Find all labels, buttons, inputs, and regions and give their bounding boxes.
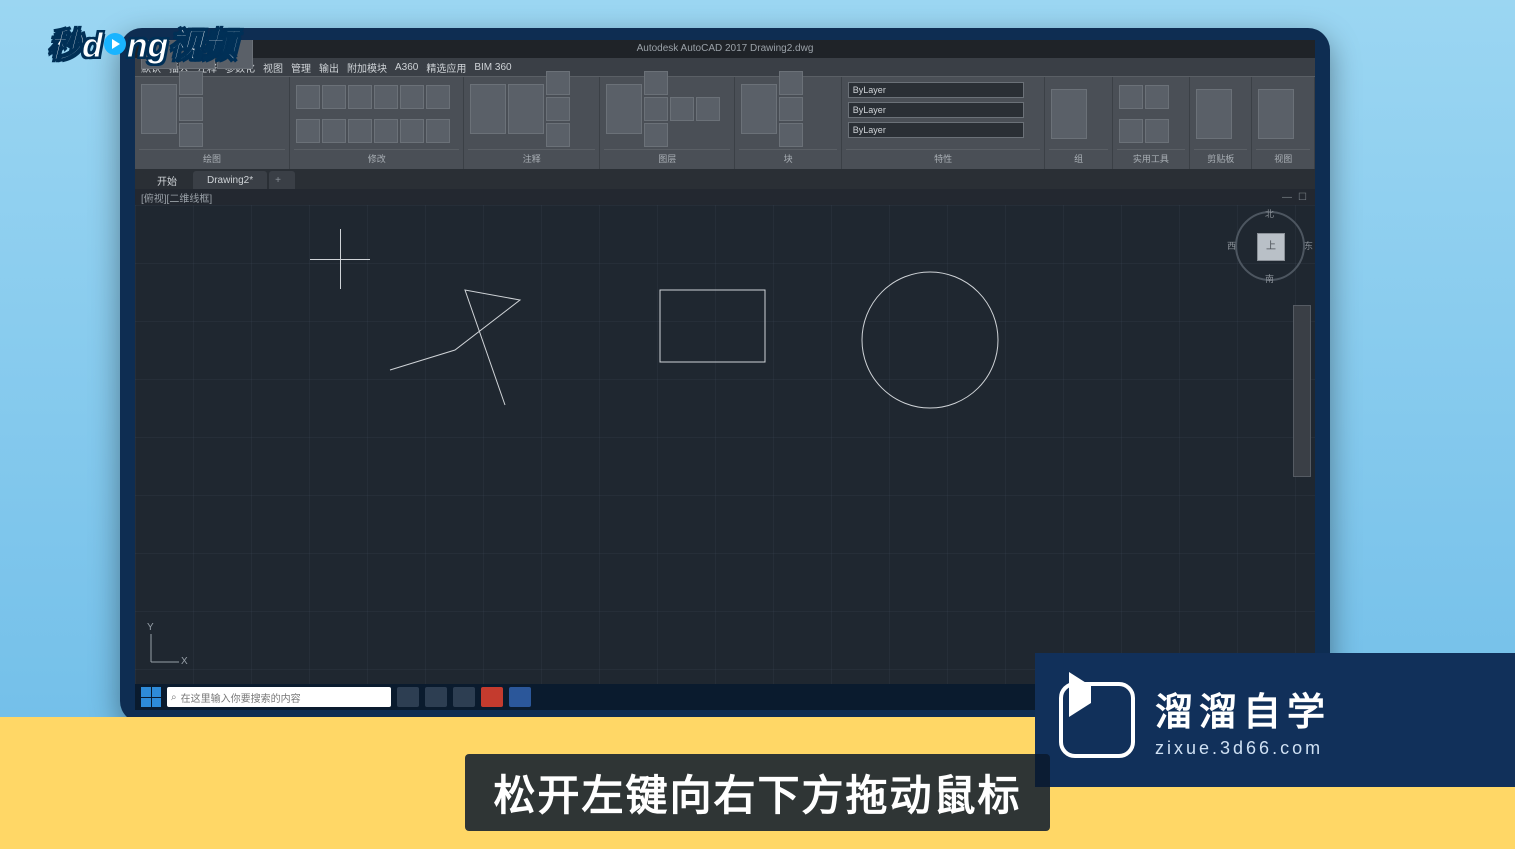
fillet-button[interactable] [426, 85, 450, 109]
app-title-bar: Autodesk AutoCAD 2017 Drawing2.dwg [135, 40, 1315, 58]
ribbon-panel-annotate: 注释 [464, 77, 600, 169]
leader-button[interactable] [546, 71, 570, 95]
monitor-frame: Autodesk AutoCAD 2017 Drawing2.dwg 默认 插入… [120, 28, 1330, 723]
layer-properties-button[interactable] [606, 84, 642, 134]
annotate-tool-button[interactable] [546, 123, 570, 147]
taskbar-app-explorer[interactable] [453, 687, 475, 707]
dimension-button[interactable] [508, 84, 544, 134]
minimize-viewport-icon[interactable]: — [1282, 192, 1292, 203]
array-button[interactable] [348, 119, 372, 143]
menu-item[interactable]: 附加模块 [347, 60, 387, 75]
arc-button[interactable] [141, 84, 177, 134]
taskbar-app-word[interactable] [509, 687, 531, 707]
ribbon-panel-properties: ByLayer ByLayer ByLayer 特性 [842, 77, 1046, 169]
menu-item[interactable]: 精选应用 [426, 60, 466, 75]
draw-tool-button[interactable] [179, 71, 203, 95]
linetype-dropdown[interactable]: ByLayer [848, 122, 1024, 138]
measure-button[interactable] [1119, 85, 1143, 109]
drawing-canvas[interactable]: Y X 上 北 西 东 南 [135, 205, 1315, 685]
viewcube[interactable]: 上 北 西 东 南 [1235, 211, 1305, 281]
play-icon [104, 33, 126, 55]
lineweight-dropdown[interactable]: ByLayer [848, 102, 1024, 118]
rectangle-shape [660, 290, 765, 362]
drawn-shapes [135, 205, 1315, 685]
start-button[interactable] [141, 687, 161, 707]
erase-button[interactable] [400, 119, 424, 143]
layer-tool-button[interactable] [696, 97, 720, 121]
layer-tool-button[interactable] [644, 123, 668, 147]
rotate-button[interactable] [348, 85, 372, 109]
copy-button[interactable] [322, 85, 346, 109]
taskbar-app-autocad[interactable] [481, 687, 503, 707]
maximize-viewport-icon[interactable]: ☐ [1298, 192, 1307, 203]
explode-button[interactable] [426, 119, 450, 143]
ribbon-panel-block: 块 [735, 77, 841, 169]
navigation-bar[interactable] [1293, 305, 1311, 477]
viewport-controls: [俯视][二维线框] — ☐ [135, 189, 1315, 205]
windows-search[interactable]: ⌕ 在这里输入你要搜索的内容 [167, 687, 391, 707]
menu-item[interactable]: 管理 [291, 60, 311, 75]
brand-title: 溜溜自学 [1155, 681, 1331, 736]
polyline-shape [390, 290, 520, 405]
stretch-button[interactable] [322, 119, 346, 143]
view-label-text[interactable]: [俯视][二维线框] [141, 190, 212, 205]
move-button[interactable] [296, 85, 320, 109]
draw-tool-button[interactable] [179, 97, 203, 121]
new-tab-button[interactable]: + [269, 171, 295, 189]
brand-box: 溜溜自学 zixue.3d66.com [1035, 653, 1515, 787]
utility-button[interactable] [1145, 85, 1169, 109]
menu-item[interactable]: 输出 [319, 60, 339, 75]
ribbon-panel-draw: 绘图 [135, 77, 290, 169]
file-tabs: 开始 Drawing2* + [135, 169, 1315, 189]
ribbon-panel-groups: 组 [1045, 77, 1112, 169]
layer-tool-button[interactable] [644, 97, 668, 121]
base-view-button[interactable] [1258, 89, 1294, 139]
ribbon-panel-clipboard: 剪贴板 [1190, 77, 1253, 169]
mirror-button[interactable] [400, 85, 424, 109]
taskview-icon[interactable] [397, 687, 419, 707]
paste-button[interactable] [1196, 89, 1232, 139]
taskbar-app-edge[interactable] [425, 687, 447, 707]
block-tool-button[interactable] [779, 123, 803, 147]
file-tab-drawing[interactable]: Drawing2* [193, 171, 267, 189]
trim-button[interactable] [374, 85, 398, 109]
brand-url: zixue.3d66.com [1155, 738, 1331, 759]
insert-block-button[interactable] [741, 84, 777, 134]
layer-tool-button[interactable] [670, 97, 694, 121]
circle-shape [862, 272, 998, 408]
edit-block-button[interactable] [779, 97, 803, 121]
viewcube-top[interactable]: 上 [1257, 233, 1285, 261]
color-dropdown[interactable]: ByLayer [848, 82, 1024, 98]
brand-play-icon [1059, 682, 1135, 758]
offset-button[interactable] [374, 119, 398, 143]
ucs-icon: Y X [145, 628, 185, 671]
watermark-logo: 秒dng视频 [48, 18, 236, 67]
ribbon: 绘图 [135, 76, 1315, 169]
table-button[interactable] [546, 97, 570, 121]
layer-tool-button[interactable] [644, 71, 668, 95]
draw-tool-button[interactable] [179, 123, 203, 147]
utility-button[interactable] [1119, 119, 1143, 143]
create-block-button[interactable] [779, 71, 803, 95]
file-tab-start[interactable]: 开始 [143, 171, 191, 189]
ribbon-panel-modify: 修改 [290, 77, 464, 169]
menu-item[interactable]: A360 [395, 62, 418, 73]
ribbon-panel-layers: 图层 [600, 77, 736, 169]
utility-button[interactable] [1145, 119, 1169, 143]
text-button[interactable] [470, 84, 506, 134]
group-button[interactable] [1051, 89, 1087, 139]
search-icon: ⌕ [171, 692, 177, 703]
stage: 秒dng视频 Autodesk AutoCAD 2017 Drawing2.dw… [0, 0, 1515, 849]
screen: Autodesk AutoCAD 2017 Drawing2.dwg 默认 插入… [135, 40, 1315, 710]
scale-button[interactable] [296, 119, 320, 143]
ribbon-panel-view: 视图 [1252, 77, 1315, 169]
ribbon-panel-utilities: 实用工具 [1113, 77, 1190, 169]
